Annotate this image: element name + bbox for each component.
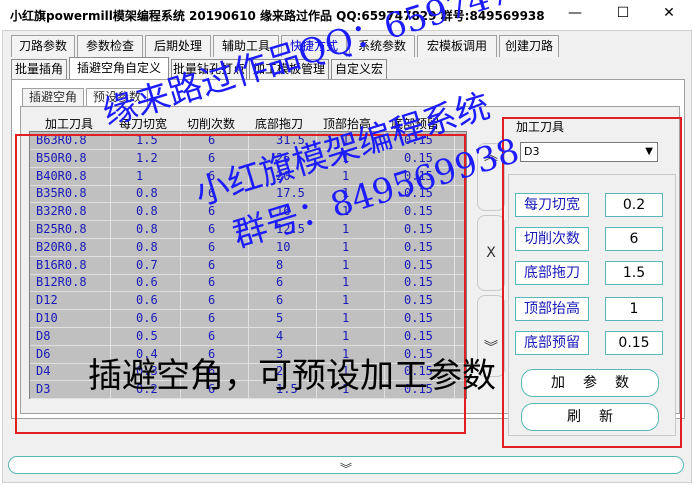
tab-param-check[interactable]: 参数检查 [77,35,143,57]
tab-corner-clearance[interactable]: 插避空角 [22,88,84,106]
tab-shortcuts[interactable]: 快捷方式 [281,35,347,57]
tab-system-params[interactable]: 系统参数 [349,35,415,57]
tab-corner-custom[interactable]: 插避空角自定义 [69,57,169,79]
param-highlight-box [502,117,682,448]
chevron-up-icon: ︽ [484,148,498,164]
tab-preset-params[interactable]: 预设参数 [86,88,148,106]
move-up-button[interactable]: ︽ [477,143,505,211]
tab-aux-tools[interactable]: 辅助工具 [213,35,279,57]
tab-macro-template[interactable]: 宏模板调用 [417,35,497,57]
tab-custom-macro[interactable]: 自定义宏 [331,59,387,79]
tab-batch-corner[interactable]: 批量插角 [11,59,67,79]
chevron-down-icon: ︾ [484,340,498,356]
grid-header-passes: 切削次数 [187,117,236,131]
grid-header-top-lift: 顶部抬高 [323,117,372,131]
grid-header: 加工刀具 每刀切宽 切削次数 底部拖刀 顶部抬高 底部预留 [29,113,469,131]
grid-header-bottom-drag: 底部拖刀 [255,117,304,131]
tab-post-process[interactable]: 后期处理 [145,35,211,57]
delete-icon: X [486,245,496,261]
grid-highlight-box [15,134,466,434]
maximize-button[interactable]: ☐ [600,0,646,28]
tab-template-manage[interactable]: 加工模板管理 [249,59,329,79]
tab-toolpath-params[interactable]: 刀路参数 [11,35,75,57]
title-bar: 小红旗powermill模架编程系统 20190610 缘来路过作品 QQ:65… [0,0,694,30]
grid-header-stepover: 每刀切宽 [119,117,168,131]
minimize-button[interactable]: — [552,0,598,28]
grid-header-tool: 加工刀具 [45,117,94,131]
delete-row-button[interactable]: X [477,215,505,291]
window-title: 小红旗powermill模架编程系统 20190610 缘来路过作品 QQ:65… [10,9,545,23]
close-button[interactable]: ✕ [646,0,692,28]
tab-create-toolpath[interactable]: 创建刀路 [499,35,559,57]
move-down-button[interactable]: ︾ [477,295,505,377]
tab-batch-drill[interactable]: 批量钻孔打点 [171,59,247,79]
chevron-down-icon[interactable]: ︾ [340,460,352,477]
grid-header-bottom-stock: 底部预留 [391,117,440,131]
